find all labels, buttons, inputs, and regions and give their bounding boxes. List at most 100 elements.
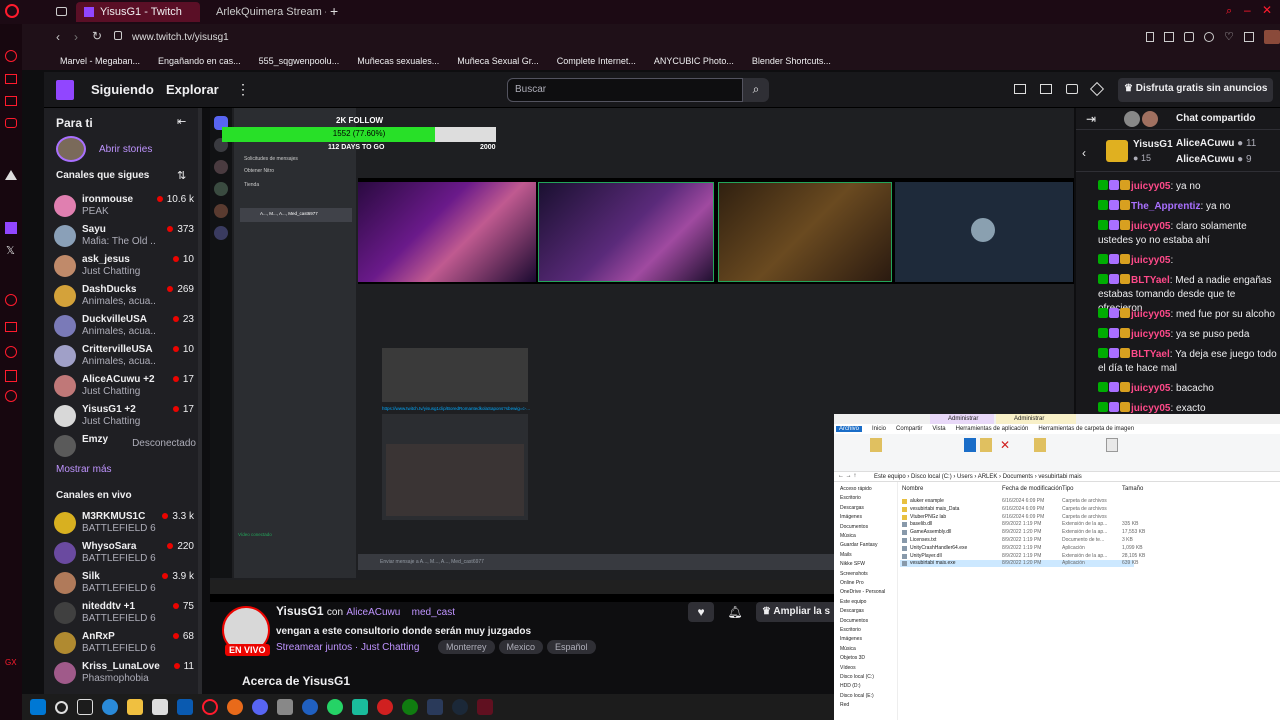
crown-icon[interactable] — [1014, 84, 1026, 94]
bookmark-item[interactable]: Blender Shortcuts... — [752, 56, 831, 66]
properties-icon[interactable] — [1106, 438, 1118, 452]
show-more-link[interactable]: Mostrar más — [56, 464, 112, 475]
app-icon[interactable] — [277, 699, 293, 715]
player-icon[interactable] — [5, 294, 17, 306]
nav-pane-item[interactable]: Online Pro — [840, 580, 864, 586]
history-icon[interactable] — [5, 346, 17, 358]
nav-pane-item[interactable]: HDD (D:) — [840, 683, 861, 689]
server-icon[interactable] — [214, 182, 228, 196]
chat-username[interactable]: juicyy05 — [1131, 221, 1170, 232]
channel-item[interactable]: DuckvilleUSA Animales, acua... 23 — [54, 312, 196, 340]
streamer-name[interactable]: YisusG1 — [276, 604, 324, 618]
ribbon-tab[interactable]: Inicio — [872, 426, 886, 432]
collapse-icon[interactable]: ⇤ — [177, 115, 186, 128]
video-tile[interactable] — [538, 182, 714, 282]
search-icon[interactable] — [55, 700, 68, 714]
search-tabs-icon[interactable]: ⌕ — [1226, 5, 1232, 18]
nav-pane-item[interactable]: Música — [840, 646, 856, 652]
notifications-button[interactable]: 🔔︎ — [722, 602, 748, 622]
channel-item[interactable]: M3RKMUS1C BATTLEFIELD 6 3.3 k — [54, 509, 196, 537]
tidal-icon[interactable] — [5, 170, 17, 180]
delete-icon[interactable]: ✕ — [1000, 438, 1010, 452]
tag[interactable]: Monterrey — [438, 640, 495, 654]
file-row[interactable]: Licenses.txt 8/9/2022 1:19 PM Documento de… — [900, 537, 1134, 544]
ribbon-tab[interactable]: Herramientas de carpeta de imagen — [1038, 426, 1134, 432]
discord-icon[interactable] — [252, 699, 268, 715]
stories-avatar[interactable] — [56, 136, 86, 162]
column-header[interactable]: Nombre — [902, 486, 923, 492]
channel-item[interactable]: Silk BATTLEFIELD 6 3.9 k — [54, 569, 196, 597]
browser-tab-arlek[interactable]: ArlekQuimera Stream - W — [202, 2, 326, 22]
nav-pane-item[interactable]: Objetos 3D — [840, 655, 865, 661]
dm-nav-item[interactable]: Tienda — [244, 182, 259, 188]
channel-item[interactable]: Emzy Desconectado — [54, 432, 196, 460]
file-row[interactable]: VtuberPNGz lab 6/16/2024 6:09 PM Carpeta d… — [900, 514, 1134, 521]
nav-pane-item[interactable]: Descargas — [840, 608, 864, 614]
channel-item[interactable]: YisusG1 +2 Just Chatting 17 — [54, 402, 196, 430]
sidebar-scrollbar[interactable] — [198, 108, 202, 694]
share-button[interactable]: ♛ Ampliar la s — [756, 602, 834, 622]
whatsapp-icon[interactable] — [327, 699, 343, 715]
bookmark-item[interactable]: ANYCUBIC Photo... — [654, 56, 734, 66]
channel-item[interactable]: WhysoSara BATTLEFIELD 6 220 — [54, 539, 196, 567]
nav-pane-item[interactable]: Mails — [840, 552, 852, 558]
chat-username[interactable]: juicyy05 — [1131, 309, 1170, 320]
whispers-icon[interactable] — [1066, 84, 1078, 94]
twitch-icon[interactable] — [5, 222, 17, 234]
nav-pane-item[interactable]: Este equipo — [840, 599, 866, 605]
chat-username[interactable]: juicyy05 — [1131, 255, 1170, 266]
chat-username[interactable]: juicyy05 — [1131, 383, 1170, 394]
app-icon[interactable] — [302, 699, 318, 715]
close-window-icon[interactable]: ✕ — [1262, 3, 1272, 17]
bookmark-item[interactable]: Muñeca Sexual Gr... — [457, 56, 539, 66]
column-header[interactable]: Tipo — [1062, 486, 1073, 492]
ribbon-tab[interactable]: Vista — [932, 426, 945, 432]
file-row[interactable]: UnityCrashHandler64.exe 8/9/2022 1:19 PM A… — [900, 545, 1143, 552]
channel-item[interactable]: AnRxP BATTLEFIELD 6 68 — [54, 629, 196, 657]
ai-icon[interactable] — [5, 50, 17, 62]
windows-start-icon[interactable] — [30, 699, 46, 715]
messenger-icon[interactable] — [5, 118, 17, 128]
channel-item[interactable]: ask_jesus Just Chatting 10 — [54, 252, 196, 280]
channel-item[interactable]: DashDucks Animales, acua... 269 — [54, 282, 196, 310]
chat-username[interactable]: The_Apprentiz — [1131, 201, 1200, 212]
browser-tab-twitch[interactable]: YisusG1 - Twitch — [76, 2, 200, 22]
bookmark-icon[interactable] — [1146, 32, 1154, 42]
opera-logo-icon[interactable] — [5, 4, 19, 18]
nav-browse[interactable]: Explorar — [166, 82, 219, 97]
chat-username[interactable]: juicyy05 — [1131, 403, 1170, 414]
chat-username[interactable]: BLTYael — [1131, 275, 1170, 286]
gx-icon[interactable]: GX — [5, 658, 17, 667]
nav-pane-item[interactable]: Imágenes — [840, 514, 862, 520]
steam-icon[interactable] — [452, 699, 468, 715]
firefox-icon[interactable] — [227, 699, 243, 715]
video-tile[interactable] — [895, 182, 1073, 282]
nav-pane-item[interactable]: Acceso rápido — [840, 486, 872, 492]
app-icon[interactable] — [427, 699, 443, 715]
ribbon-tab[interactable]: Compartir — [896, 426, 922, 432]
outlook-icon[interactable] — [177, 699, 193, 715]
inbox-icon[interactable] — [1040, 84, 1052, 94]
nav-pane-item[interactable]: Música — [840, 533, 856, 539]
bookmark-item[interactable]: Marvel - Megaban... — [60, 56, 140, 66]
snapshot-icon[interactable] — [1164, 32, 1174, 42]
server-icon[interactable] — [214, 160, 228, 174]
nav-pane-item[interactable]: OneDrive - Personal — [840, 589, 885, 595]
file-row[interactable]: aluker example 6/16/2024 6:09 PM Carpeta d… — [900, 498, 1134, 505]
video-tile[interactable] — [718, 182, 892, 282]
nav-pane-item[interactable]: Documentos — [840, 524, 868, 530]
nav-pane-item[interactable]: Red — [840, 702, 849, 708]
file-row[interactable]: vesubirtabi mais_Data 6/16/2024 6:09 PM Ca… — [900, 506, 1134, 513]
chat-username[interactable]: BLTYael — [1131, 349, 1170, 360]
server-icon[interactable] — [214, 226, 228, 240]
collapse-chat-icon[interactable]: ⇥ — [1086, 112, 1096, 126]
heart-icon[interactable]: ♡ — [1224, 32, 1234, 44]
guest-2[interactable]: AliceACuwu ● 9 — [1176, 154, 1252, 165]
nav-pane-item[interactable]: Imágenes — [840, 636, 862, 642]
column-header[interactable]: Tamaño — [1122, 486, 1143, 492]
sort-icon[interactable]: ⇅ — [177, 169, 186, 182]
collab-name[interactable]: med_cast — [412, 607, 455, 618]
settings-icon[interactable] — [5, 390, 17, 402]
guest-1[interactable]: AliceACuwu ● 11 — [1176, 138, 1256, 149]
x-twitter-icon[interactable]: 𝕏 — [6, 244, 15, 257]
